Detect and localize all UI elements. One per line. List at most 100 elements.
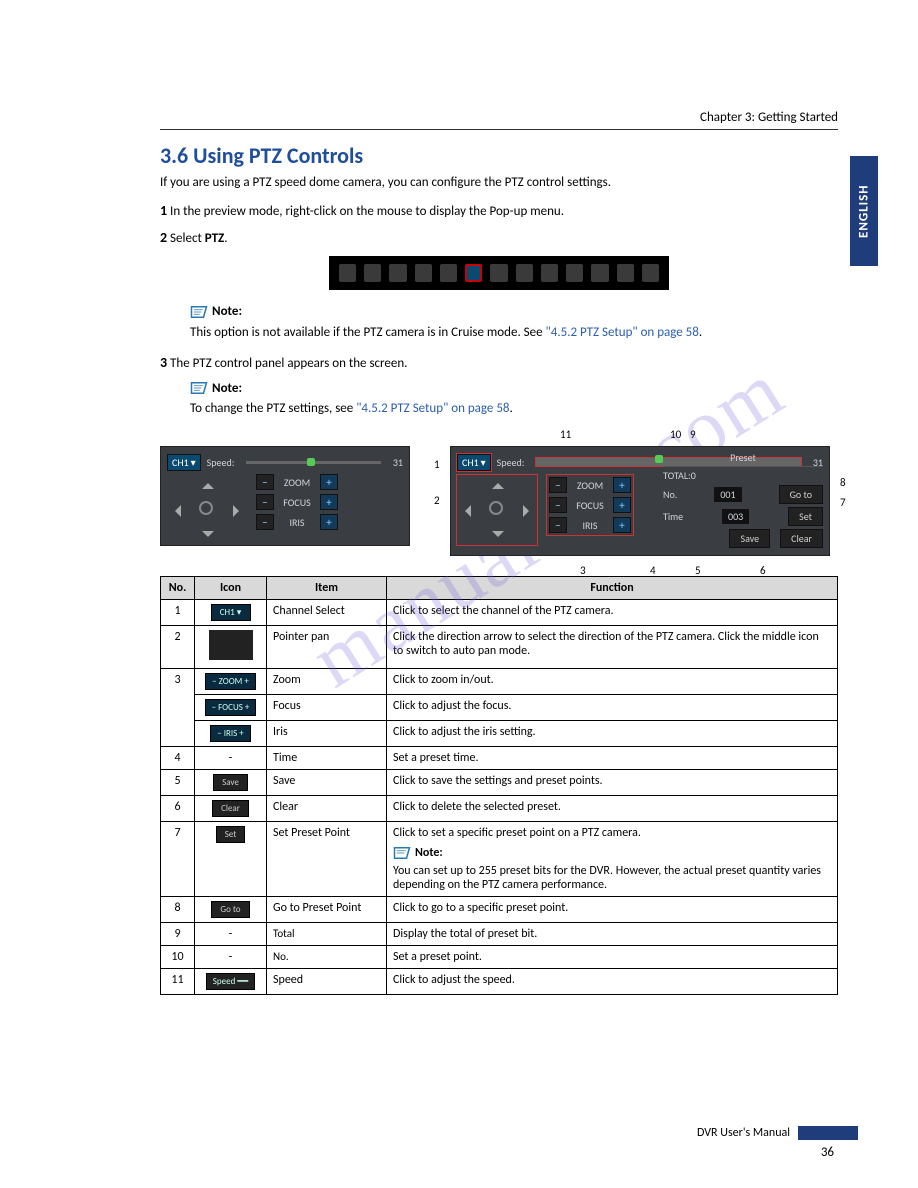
callout-1: 1 [434, 458, 440, 471]
language-tab: ENGLISH [850, 156, 878, 266]
zoom-icon: − ZOOM + [205, 673, 256, 690]
preset-header: Preset [663, 451, 823, 467]
cell-func: Click to go to a specific preset point. [387, 897, 838, 923]
cell-func: Display the total of preset bit. [387, 923, 838, 946]
table-row: 9 - Total Display the total of preset bi… [161, 923, 838, 946]
clear-icon: Clear [212, 800, 249, 817]
ptz-icon [465, 264, 482, 282]
note-1-label-text: Note: [212, 304, 242, 319]
step-3: 3 The PTZ control panel appears on the s… [160, 354, 838, 371]
zoom-plus: + [613, 477, 631, 493]
cell-no: 7 [161, 822, 195, 897]
callout-9: 9 [690, 428, 696, 441]
step-1-text: In the preview mode, right-click on the … [167, 204, 564, 219]
rec-icon [566, 264, 583, 282]
clear-button: Clear [780, 529, 823, 548]
callout-2: 2 [434, 494, 440, 507]
direction-pad [167, 475, 247, 545]
cell-item: Zoom [267, 669, 387, 695]
cell-func: Click to delete the selected preset. [387, 796, 838, 822]
grid3-icon [440, 264, 457, 282]
cell-func: Set a preset time. [387, 747, 838, 770]
note-2-label: Note: [190, 381, 242, 396]
cell-no: 2 [161, 626, 195, 669]
function-table-wrap: No. Icon Item Function 1 CH1 ▾ Channel S… [160, 576, 838, 995]
function-table: No. Icon Item Function 1 CH1 ▾ Channel S… [160, 576, 838, 995]
note-1-text-a: This option is not available if the PTZ … [190, 325, 546, 340]
cell-func: Click to set a specific preset point on … [387, 822, 838, 897]
cell-func: Click to select the channel of the PTZ c… [387, 600, 838, 626]
save-icon: Save [213, 774, 248, 791]
save-button: Save [729, 529, 770, 548]
goto-icon: Go to [211, 901, 249, 918]
cell-no: 5 [161, 770, 195, 796]
iris-minus: − [256, 514, 274, 530]
home-icon [339, 264, 356, 282]
cell-item: Speed [267, 969, 387, 995]
cell-item: Pointer pan [267, 626, 387, 669]
iris-label: IRIS [278, 516, 316, 529]
table-row: 8 Go to Go to Preset Point Click to go t… [161, 897, 838, 923]
play-icon [541, 264, 558, 282]
cell-func: Click to adjust the focus. [387, 695, 838, 721]
search-icon [490, 264, 507, 282]
preset-time-label: Time [663, 510, 683, 523]
table-row: 2 Pointer pan Click the direction arrow … [161, 626, 838, 669]
step-1: 1 In the preview mode, right-click on th… [160, 202, 838, 219]
cell-func: Set a preset point. [387, 946, 838, 969]
row7-note-label: Note: [415, 846, 443, 860]
tool-icon [364, 264, 381, 282]
speed-label: Speed: [497, 456, 525, 469]
table-row: 6 Clear Clear Click to delete the select… [161, 796, 838, 822]
step-2-bold: PTZ [205, 231, 225, 246]
note-1-label: Note: [190, 304, 242, 319]
note-1-text: This option is not available if the PTZ … [190, 325, 838, 340]
channel-select: CH1 ▾ [457, 454, 491, 471]
speed-value: 31 [393, 456, 403, 469]
cell-icon [195, 626, 267, 669]
set-button: Set [788, 507, 823, 526]
cell-item: Time [267, 747, 387, 770]
direction-pad [457, 475, 537, 545]
cell-item: Iris [267, 721, 387, 747]
cell-icon: − IRIS + [195, 721, 267, 747]
cell-icon: Clear [195, 796, 267, 822]
cell-func: Click to save the settings and preset po… [387, 770, 838, 796]
note-2-text: To change the PTZ settings, see "4.5.2 P… [190, 401, 838, 416]
th-item: Item [267, 577, 387, 600]
note-2-text-a: To change the PTZ settings, see [190, 401, 356, 416]
th-func: Function [387, 577, 838, 600]
cell-item: Set Preset Point [267, 822, 387, 897]
intro-paragraph: If you are using a PTZ speed dome camera… [160, 175, 838, 190]
cell-item: No. [267, 946, 387, 969]
cell-no: 6 [161, 796, 195, 822]
focus-minus: − [549, 497, 567, 513]
note-2-link[interactable]: "4.5.2 PTZ Setup" on page 58 [356, 401, 509, 416]
focus-plus: + [320, 494, 338, 510]
cell-no: 8 [161, 897, 195, 923]
grid2-icon [415, 264, 432, 282]
channel-select: CH1 ▾ [167, 454, 201, 471]
focus-plus: + [613, 497, 631, 513]
cell-icon: Set [195, 822, 267, 897]
cell-icon: Save [195, 770, 267, 796]
focus-label: FOCUS [571, 499, 609, 512]
zoom-label: ZOOM [278, 476, 316, 489]
cell-icon: - [195, 923, 267, 946]
cell-no: 10 [161, 946, 195, 969]
iris-label: IRIS [571, 519, 609, 532]
cell-func: Click to zoom in/out. [387, 669, 838, 695]
cell-item: Clear [267, 796, 387, 822]
cell-item: Focus [267, 695, 387, 721]
row7-note-body: You can set up to 255 preset bits for th… [393, 864, 831, 892]
speed-slider-icon: Speed ━━ [206, 973, 255, 990]
preset-column: Preset TOTAL:0 No.001Go to Time003Set Sa… [663, 451, 823, 551]
step-2: 2 Select PTZ. [160, 229, 838, 246]
cell-icon: - [195, 747, 267, 770]
chapter-header: Chapter 3: Getting Started [160, 110, 838, 130]
zoom-plus: + [320, 474, 338, 490]
note-1-link[interactable]: "4.5.2 PTZ Setup" on page 58 [546, 325, 699, 340]
cell-func: Click to adjust the speed. [387, 969, 838, 995]
zoom-minus: − [549, 477, 567, 493]
footer-text: DVR User's Manual [697, 1126, 790, 1140]
